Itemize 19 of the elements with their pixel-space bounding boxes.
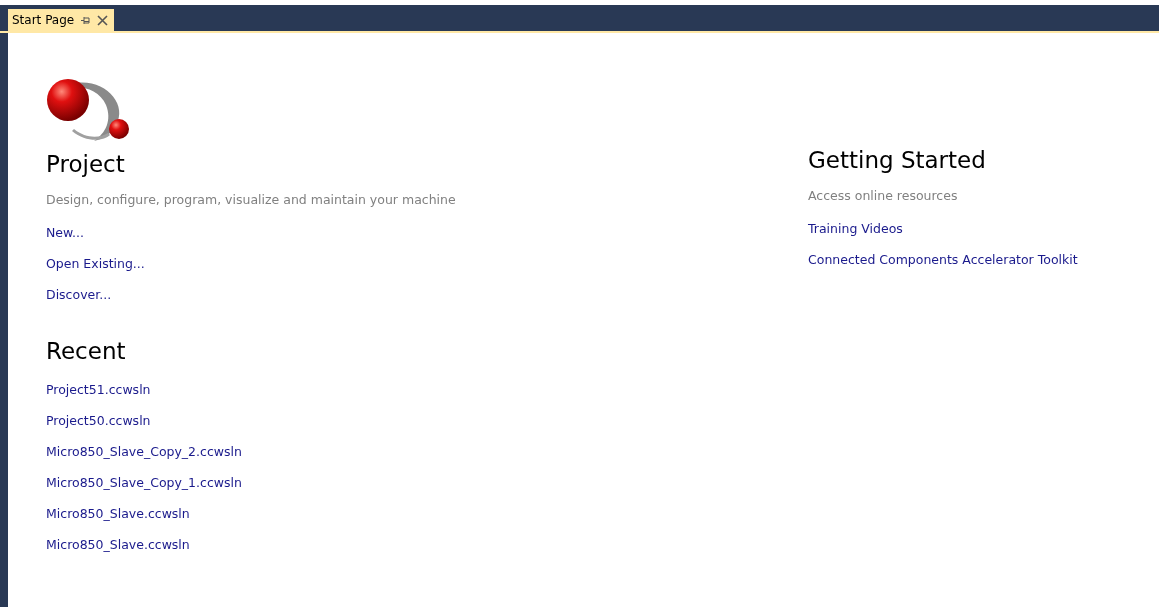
recent-project-link[interactable]: Micro850_Slave_Copy_1.ccwsln bbox=[46, 467, 242, 498]
recent-project-link[interactable]: Project51.ccwsln bbox=[46, 374, 151, 405]
section-description: Access online resources bbox=[808, 188, 958, 203]
tab[interactable]: Start Page bbox=[8, 9, 115, 31]
project-link[interactable]: Open Existing... bbox=[46, 248, 145, 279]
pin-icon[interactable] bbox=[80, 15, 92, 25]
recent-project-link[interactable]: Project50.ccwsln bbox=[46, 405, 151, 436]
recent-project-link[interactable]: Micro850_Slave.ccwsln bbox=[46, 498, 190, 529]
recent-project-link[interactable]: Micro850_Slave_Copy_2.ccwsln bbox=[46, 436, 242, 467]
section-heading: Getting Started bbox=[808, 146, 986, 175]
section-heading: Project bbox=[46, 150, 125, 179]
project-link[interactable]: Discover... bbox=[46, 279, 112, 310]
section-heading: Recent bbox=[46, 337, 126, 366]
recent-project-link[interactable]: Micro850_Slave.ccwsln bbox=[46, 529, 190, 560]
close-icon[interactable] bbox=[97, 14, 109, 26]
resource-link[interactable]: Training Videos bbox=[808, 213, 903, 244]
project-link[interactable]: New... bbox=[46, 217, 85, 248]
resource-link[interactable]: Connected Components Accelerator Toolkit bbox=[808, 244, 1078, 275]
section-description: Design, configure, program, visualize and maintain your machine bbox=[46, 192, 456, 207]
